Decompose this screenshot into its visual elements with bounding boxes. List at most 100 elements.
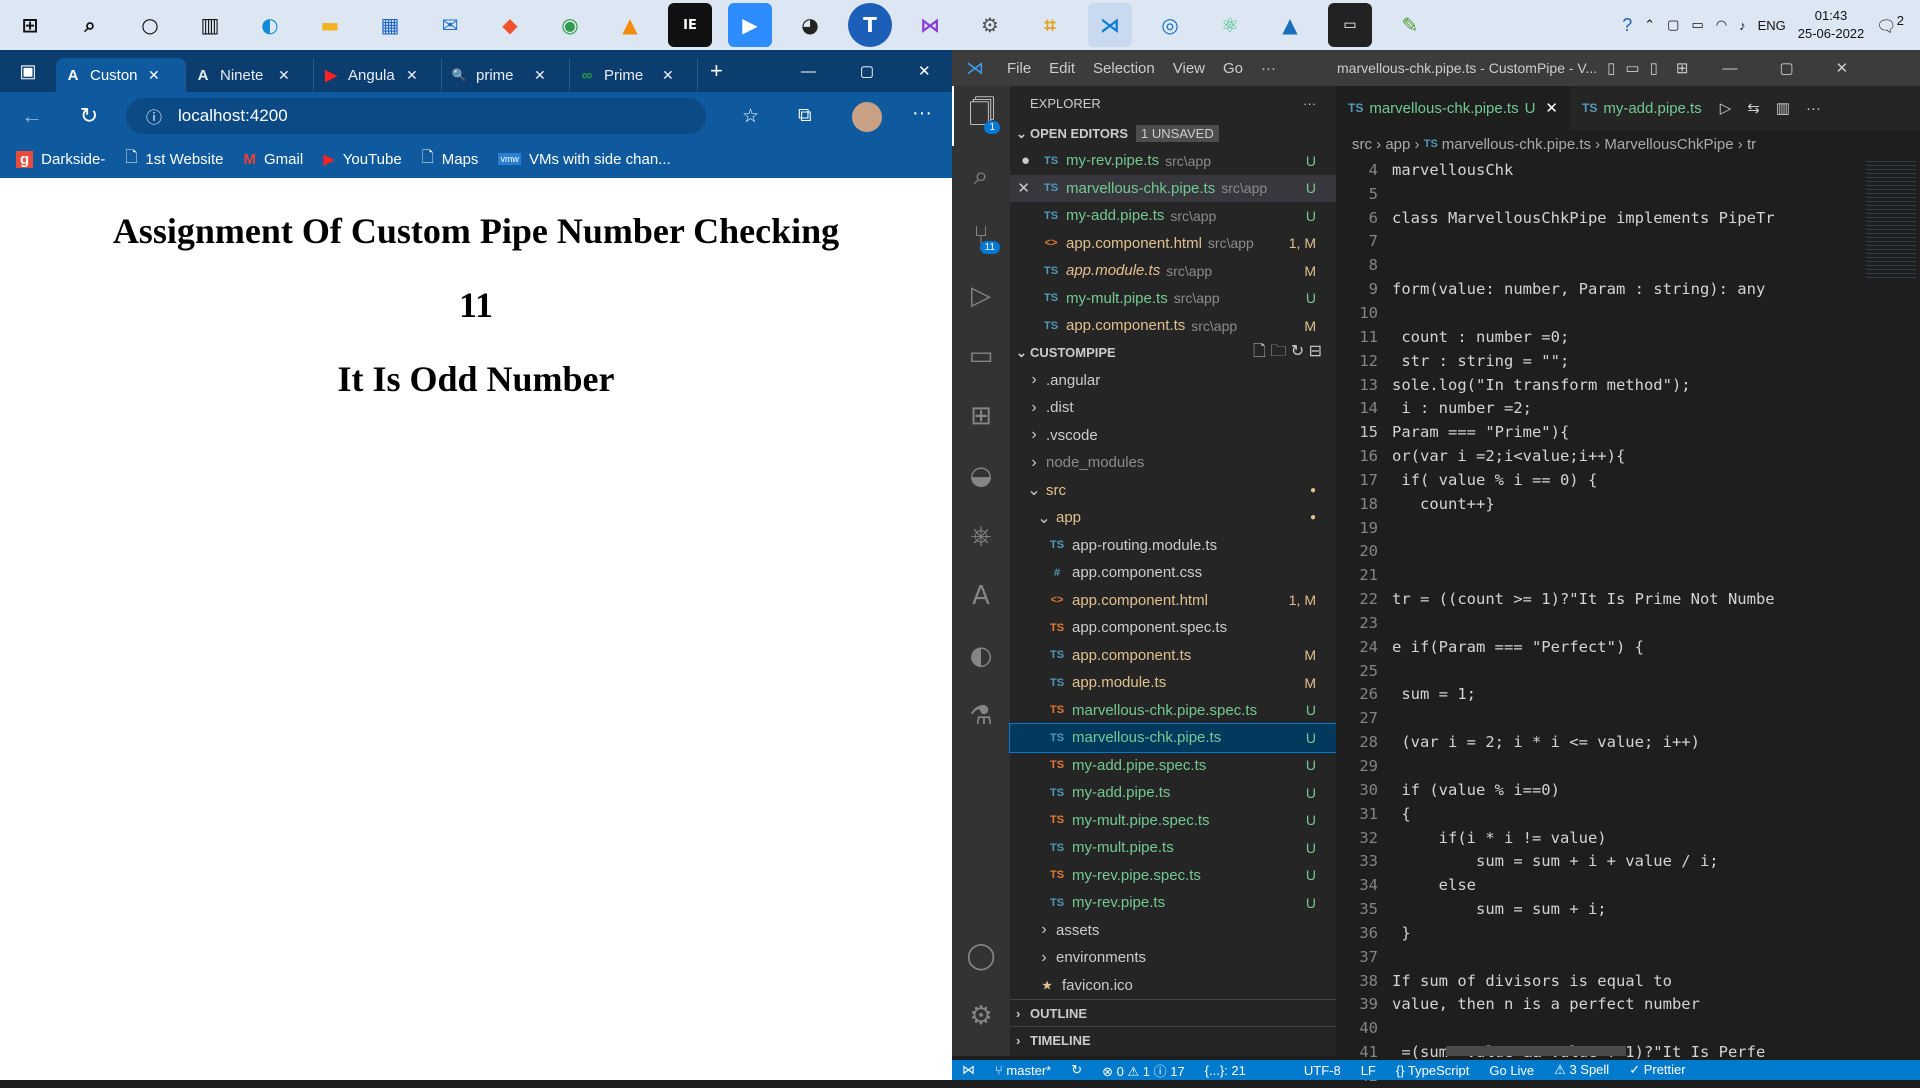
close-tab-icon[interactable]: ✕ [278, 67, 290, 84]
code-line[interactable]: 7 [1336, 230, 1920, 254]
accounts-icon[interactable]: ◯ [952, 926, 1010, 986]
volume-icon[interactable]: ♪ [1739, 18, 1746, 33]
split-editor-icon[interactable]: ▥ [1776, 99, 1790, 117]
code-line[interactable]: 37 [1336, 945, 1920, 969]
code-line[interactable]: 32 if(i * i != value) [1336, 826, 1920, 850]
tree-file[interactable]: <> app.component.html 1, M [1010, 587, 1336, 615]
open-editor-item[interactable]: TS app.module.ts src\app M [1010, 257, 1336, 285]
browser-tab-5[interactable]: ∞ Prime ✕ [570, 58, 698, 92]
browser-tab-1[interactable]: A Custon ✕ [56, 58, 186, 92]
store-icon[interactable]: ▦ [368, 3, 412, 47]
maximize-button[interactable]: ▢ [1779, 59, 1793, 77]
close-tab-icon[interactable]: ✕ [1545, 99, 1558, 117]
bookmark-youtube[interactable]: ▶ YouTube [323, 150, 402, 169]
open-editor-item[interactable]: TS my-mult.pipe.ts src\app U [1010, 285, 1336, 313]
horizontal-scrollbar[interactable] [1446, 1046, 1626, 1056]
tree-file[interactable]: TS marvellous-chk.pipe.ts U [1009, 723, 1337, 753]
sync-icon[interactable]: ↻ [1071, 1062, 1082, 1078]
code-line[interactable]: 24 e if(Param === "Perfect") { [1336, 635, 1920, 659]
tree-file[interactable]: # app.component.css [1010, 559, 1336, 587]
search-icon[interactable]: ⌕ [68, 3, 112, 47]
tree-folder[interactable]: › node_modules [1010, 449, 1336, 477]
close-tab-icon[interactable]: ✕ [662, 67, 674, 84]
docker-icon[interactable]: ◒ [952, 446, 1010, 506]
project-section[interactable]: ⌄ CUSTOMPIPE 🗋 🗀 ↻ ⊟ [1010, 340, 1336, 367]
tree-file[interactable]: TS my-mult.pipe.ts U [1010, 834, 1336, 862]
run-debug-icon[interactable]: ▷ [952, 266, 1010, 326]
more-actions-icon[interactable]: ··· [1303, 96, 1316, 111]
menu-more[interactable]: ··· [1252, 60, 1285, 77]
remote-explorer-icon[interactable]: ▭ [952, 326, 1010, 386]
tree-folder[interactable]: › .vscode [1010, 422, 1336, 450]
jetbrains-icon[interactable]: IE [668, 3, 712, 47]
code-line[interactable]: 23 [1336, 611, 1920, 635]
extensions-icon[interactable]: ⊞ [952, 386, 1010, 446]
code-line[interactable]: 33 sum = sum + i + value / i; [1336, 849, 1920, 873]
minimize-button[interactable]: — [1722, 60, 1737, 77]
collections-icon[interactable]: ⧉ [798, 105, 812, 127]
search-icon[interactable]: ⌕ [952, 146, 1010, 206]
code-line[interactable]: 4 marvellousChk [1336, 158, 1920, 182]
toggle-secondary-icon[interactable]: ▯ [1650, 59, 1658, 77]
task-view-icon[interactable]: ▥ [188, 3, 232, 47]
testing-icon[interactable]: ⚗ [952, 686, 1010, 746]
toggle-panel-icon[interactable]: ▭ [1625, 59, 1639, 77]
browser-tab-2[interactable]: A Ninete ✕ [186, 58, 314, 92]
chrome-icon[interactable]: ◉ [548, 3, 592, 47]
menu-selection[interactable]: Selection [1084, 60, 1164, 77]
code-line[interactable]: 26 sum = 1; [1336, 683, 1920, 707]
prettier-indicator[interactable]: ✓ Prettier [1629, 1062, 1685, 1078]
edge-devtools-icon[interactable]: ◐ [952, 626, 1010, 686]
collapse-icon[interactable]: ⊟ [1309, 343, 1322, 360]
refresh-icon[interactable]: ↻ [1291, 343, 1304, 360]
bookmark-1st-website[interactable]: 🗋 1st Website [125, 147, 223, 172]
explorer-icon[interactable]: 🗍 1 [952, 86, 1010, 146]
more-actions-icon[interactable]: ··· [1806, 100, 1821, 117]
bookmark-vms[interactable]: vmw VMs with side chan... [498, 151, 671, 168]
go-live-button[interactable]: Go Live [1489, 1063, 1534, 1078]
code-line[interactable]: 9 form(value: number, Param : string): an… [1336, 277, 1920, 301]
menu-file[interactable]: File [998, 60, 1040, 77]
bookmark-maps[interactable]: 🗋 Maps [422, 147, 479, 172]
browser-tab-3[interactable]: ▶ Angula ✕ [314, 58, 442, 92]
kubernetes-icon[interactable]: ⎈ [952, 506, 1010, 566]
terminal-icon[interactable]: ▭ [1328, 3, 1372, 47]
code-line[interactable]: 15 Param === "Prime"){ [1336, 420, 1920, 444]
t-app-icon[interactable]: T [848, 3, 892, 47]
code-line[interactable]: 10 [1336, 301, 1920, 325]
edge-icon[interactable]: ◐ [248, 3, 292, 47]
code-line[interactable]: 40 [1336, 1016, 1920, 1040]
minimize-button[interactable]: — [801, 63, 816, 80]
vscode-icon[interactable]: ⋊ [1088, 3, 1132, 47]
code-line[interactable]: 25 [1336, 659, 1920, 683]
tree-folder[interactable]: › .dist [1010, 394, 1336, 422]
code-line[interactable]: 28 (var i = 2; i * i <= value; i++) [1336, 730, 1920, 754]
bookmark-gmail[interactable]: M Gmail [244, 151, 304, 168]
code-line[interactable]: 31 { [1336, 802, 1920, 826]
code-line[interactable]: 39 value, then n is a perfect number [1336, 993, 1920, 1017]
bracket-indicator[interactable]: {...}: 21 [1205, 1063, 1246, 1078]
code-editor[interactable]: 4 marvellousChk 5 6 class MarvellousChkPipe … [1336, 158, 1920, 1088]
browser-tab-4[interactable]: 🔍 prime ✕ [442, 58, 570, 92]
tree-file[interactable]: TS my-add.pipe.spec.ts U [1010, 752, 1336, 780]
tree-file[interactable]: TS my-rev.pipe.ts U [1010, 889, 1336, 917]
problems-indicator[interactable]: ⊗ 0 ⚠ 1 ⓘ 17 [1102, 1061, 1185, 1080]
code-line[interactable]: 14 i : number =2; [1336, 396, 1920, 420]
app-3-icon[interactable]: ◎ [1148, 3, 1192, 47]
code-line[interactable]: 11 count : number =0; [1336, 325, 1920, 349]
more-icon[interactable]: ··· [912, 102, 932, 125]
open-editor-item[interactable]: ● TS my-rev.pipe.ts src\app U [1010, 147, 1336, 175]
spell-indicator[interactable]: ⚠ 3 Spell [1554, 1062, 1609, 1078]
device-icon[interactable]: ▢ [1667, 17, 1679, 33]
close-icon[interactable]: ✕ [1010, 179, 1040, 197]
branch-indicator[interactable]: ⑂ master* [995, 1063, 1051, 1078]
new-tab-button[interactable]: + [710, 58, 723, 84]
open-editor-item[interactable]: ✕ TS marvellous-chk.pipe.ts src\app U [1010, 174, 1336, 202]
notifications-icon[interactable]: 🗨2 [1876, 13, 1904, 36]
tree-file[interactable]: TS app.module.ts M [1010, 669, 1336, 697]
tree-folder[interactable]: ⌄ src ● [1010, 477, 1336, 505]
tree-file[interactable]: ★ favicon.ico [1010, 972, 1336, 1000]
open-editor-item[interactable]: <> app.component.html src\app 1, M [1010, 230, 1336, 258]
encoding-indicator[interactable]: UTF-8 [1304, 1063, 1341, 1078]
atom-icon[interactable]: ⚛ [1208, 3, 1252, 47]
